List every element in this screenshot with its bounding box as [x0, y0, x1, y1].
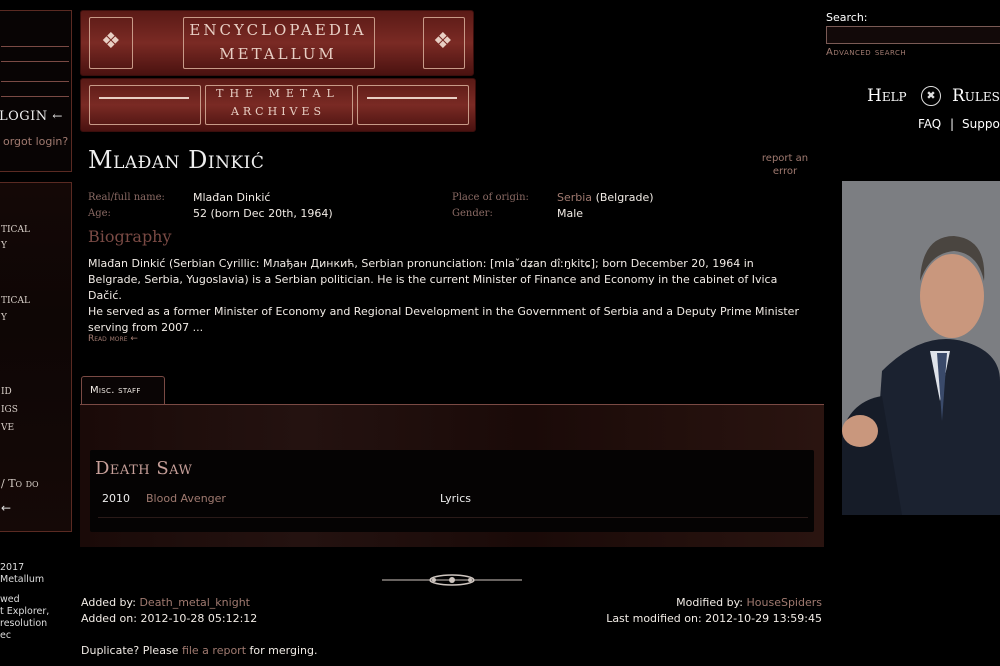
biography-text: Mlađan Dinkić (Serbian Cyrillic: Млађан …	[88, 256, 808, 336]
separator-icon: ✖	[921, 86, 941, 106]
advanced-search-link[interactable]: Advanced search	[826, 47, 906, 58]
footer-line: t Explorer,	[0, 606, 50, 617]
real-name-value: Mlađan Dinkić	[193, 191, 271, 204]
forgot-login-link[interactable]: orgot login?	[3, 135, 68, 148]
support-link[interactable]: Suppor	[962, 117, 1000, 131]
password-field-bottom	[1, 96, 69, 97]
ornament-icon: ❖	[433, 29, 453, 54]
menu-item-todo[interactable]: / To do	[1, 477, 39, 490]
country-link[interactable]: Serbia	[557, 191, 592, 204]
biography-paragraph: Mlađan Dinkić (Serbian Cyrillic: Млађан …	[88, 257, 778, 302]
search-input[interactable]	[826, 26, 1000, 44]
rules-link[interactable]: Rules	[952, 86, 1000, 106]
search-label: Search:	[826, 11, 868, 24]
added-by-user-link[interactable]: Death_metal_knight	[139, 596, 250, 609]
real-name-label: Real/full name:	[88, 192, 165, 203]
menu-item[interactable]: TICAL	[1, 225, 30, 235]
menu-item[interactable]: ID	[1, 387, 12, 397]
arrow-left-icon: ←	[52, 109, 63, 123]
logo-text-line2: METALLUM	[219, 45, 337, 63]
faq-link[interactable]: FAQ	[918, 117, 941, 131]
last-modified-label: Last modified on:	[606, 612, 702, 625]
page-title: Mlađan Dinkić	[88, 146, 265, 174]
nav-separator: |	[950, 117, 955, 131]
site-logo[interactable]: ❖ ❖ ENCYCLOPAEDIA METALLUM THE METAL ARC…	[80, 10, 476, 132]
ornament-icon: ❖	[101, 29, 121, 54]
release-role: Lyrics	[440, 492, 471, 505]
divider-ornament	[382, 574, 522, 586]
duplicate-notice: Duplicate? Please file a report for merg…	[81, 644, 317, 657]
menu-item[interactable]: Y	[1, 313, 7, 323]
footer-line: wed	[0, 594, 20, 605]
login-label: LOGIN	[0, 109, 48, 124]
added-on: Added on: 2012-10-28 05:12:12	[81, 612, 257, 625]
username-field[interactable]	[1, 46, 69, 47]
added-by: Added by: Death_metal_knight	[81, 596, 250, 609]
footer-line: Metallum	[0, 574, 45, 585]
logo-text-line4: ARCHIVES	[230, 105, 326, 118]
footer-copyright: 2017 Metallum wed t Explorer, resolution…	[0, 562, 49, 642]
duplicate-suffix: for merging.	[249, 644, 318, 657]
logo-book-bottom: THE METAL ARCHIVES	[80, 78, 476, 132]
row-divider	[98, 517, 808, 518]
ornament-line	[367, 97, 457, 99]
arrow-left-icon: ←	[130, 334, 138, 344]
band-section: Death Saw 2010 Blood Avenger Lyrics	[90, 450, 814, 532]
biography-paragraph: He served as a former Minister of Econom…	[88, 305, 799, 334]
last-modified: Last modified on: 2012-10-29 13:59:45	[606, 612, 822, 625]
read-more-link[interactable]: Read more ←	[88, 334, 138, 344]
login-box: LOGIN ← orgot login?	[0, 10, 72, 172]
added-on-value: 2012-10-28 05:12:12	[140, 612, 258, 625]
added-by-label: Added by:	[81, 596, 136, 609]
menu-item[interactable]: TICAL	[1, 296, 30, 306]
band-name-link[interactable]: Death Saw	[95, 458, 192, 479]
origin-value: Serbia (Belgrade)	[557, 191, 654, 204]
gender-value: Male	[557, 207, 584, 220]
origin-city: (Belgrade)	[595, 191, 654, 204]
modified-by: Modified by: HouseSpiders	[676, 596, 822, 609]
modified-by-user-link[interactable]: HouseSpiders	[747, 596, 823, 609]
origin-label: Place of origin:	[452, 192, 529, 203]
age-value: 52 (born Dec 20th, 1964)	[193, 207, 333, 220]
logo-text-line3: THE METAL	[216, 87, 340, 100]
footer-line: ec	[0, 630, 12, 641]
artist-photo[interactable]	[842, 181, 1000, 515]
gender-label: Gender:	[452, 208, 493, 219]
release-year: 2010	[102, 492, 130, 505]
release-link[interactable]: Blood Avenger	[146, 492, 226, 505]
last-modified-value: 2012-10-29 13:59:45	[705, 612, 822, 625]
footer-line: resolution	[0, 618, 48, 629]
help-link[interactable]: Help	[867, 86, 907, 106]
menu-item[interactable]: VE	[1, 423, 14, 433]
age-label: Age:	[88, 208, 111, 219]
tab-panel: Death Saw 2010 Blood Avenger Lyrics	[80, 404, 824, 547]
tab-label: Misc. staff	[90, 385, 141, 396]
footer-line: 2017	[0, 562, 25, 573]
tab-misc-staff[interactable]: Misc. staff	[81, 376, 165, 405]
read-more-label: Read more	[88, 334, 128, 344]
username-field-bottom	[1, 61, 69, 62]
main-menu: TICAL Y TICAL Y ID IGS VE / To do ←	[0, 182, 72, 532]
logo-text-line1: ENCYCLOPAEDIA	[189, 21, 367, 39]
modified-by-label: Modified by:	[676, 596, 743, 609]
ornament-line	[99, 97, 189, 99]
menu-item[interactable]: Y	[1, 241, 7, 251]
duplicate-prefix: Duplicate? Please	[81, 644, 179, 657]
arrow-icon: ←	[1, 501, 12, 515]
file-report-link[interactable]: file a report	[182, 644, 246, 657]
report-error-button[interactable]: report an error	[757, 152, 813, 178]
login-button[interactable]: LOGIN ←	[0, 109, 63, 124]
password-field[interactable]	[1, 81, 69, 82]
added-on-label: Added on:	[81, 612, 137, 625]
logo-book-top: ❖ ❖ ENCYCLOPAEDIA METALLUM	[80, 10, 474, 76]
menu-item[interactable]: IGS	[1, 405, 18, 415]
biography-title: Biography	[88, 227, 172, 246]
